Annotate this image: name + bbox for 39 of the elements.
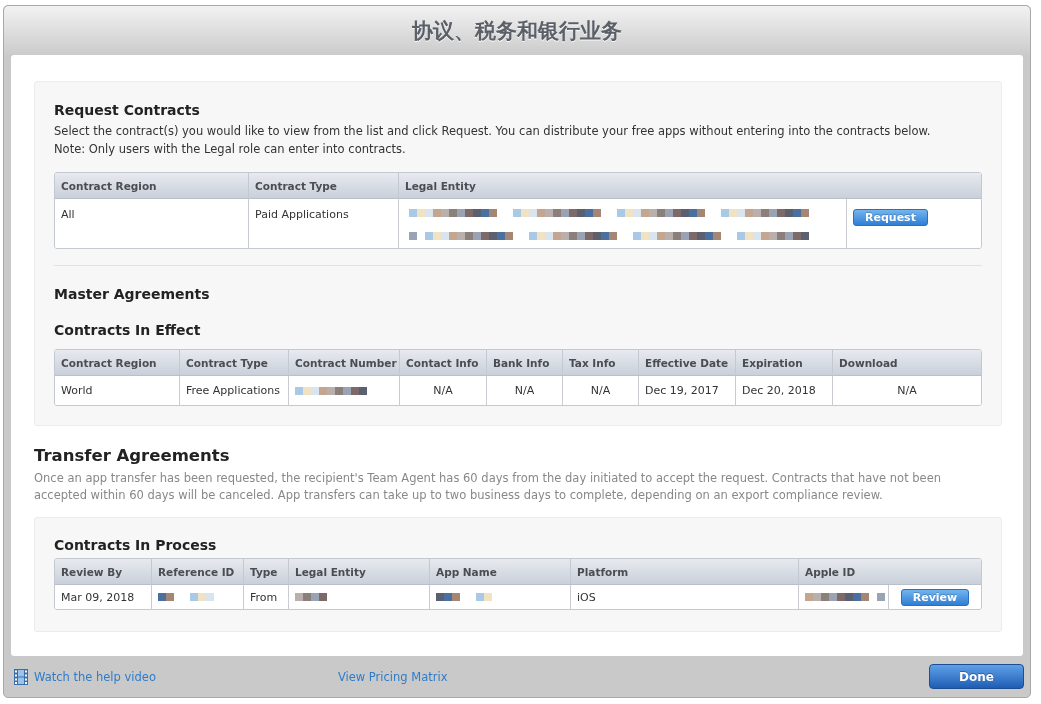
pixelated-image	[436, 593, 492, 601]
section-heading: Contracts In Effect	[54, 321, 202, 339]
description-text: Note: Only users with the Legal role can enter into contracts.	[54, 141, 407, 158]
section-heading: Transfer Agreements	[34, 445, 231, 467]
column-header: Contract Number	[288, 350, 399, 376]
column-header: Download	[832, 350, 981, 376]
window-title: 协议、税务和银行业务	[412, 17, 622, 45]
description-text: Select the contract(s) you would like to view from the list and click Request. You can distribute your free apps without entering into the contracts below.	[54, 123, 932, 140]
column-header: Contract Region	[55, 350, 179, 376]
column-header: Review By	[55, 559, 151, 585]
row-action-button[interactable]: Request	[853, 209, 928, 226]
section-heading: Request Contracts	[54, 101, 201, 119]
description-text: Once an app transfer has been requested, the recipient's Team Agent has 60 days from the day initiated to accept the request. Contracts that have not been accepted within 60 days will be canceled. App transfers can take up to two business days to complete, depending on an export compliance review.	[34, 470, 943, 504]
column-header: Contact Info	[399, 350, 486, 376]
column-header: Bank Info	[486, 350, 562, 376]
column-header: Contract Region	[55, 173, 248, 199]
help-video-link[interactable]: Watch the help video	[34, 669, 156, 684]
pixelated-image	[158, 593, 214, 601]
section-heading: Master Agreements	[54, 285, 211, 303]
pixelated-image	[295, 593, 327, 601]
column-header: Legal Entity	[398, 173, 981, 199]
column-header: Apple ID	[798, 559, 981, 585]
pricing-matrix-link[interactable]: View Pricing Matrix	[337, 669, 448, 684]
column-header: Effective Date	[638, 350, 735, 376]
column-header: Legal Entity	[288, 559, 429, 585]
column-header: App Name	[429, 559, 570, 585]
column-header: Contract Type	[179, 350, 288, 376]
table-cell: N/A	[832, 376, 981, 405]
row-action-button[interactable]: Review	[900, 588, 970, 606]
column-header: Tax Info	[562, 350, 638, 376]
film-icon	[14, 668, 28, 685]
pixelated-image	[295, 386, 367, 395]
column-header: Type	[243, 559, 288, 585]
section-heading: Contracts In Process	[54, 536, 218, 554]
column-header: Expiration	[735, 350, 832, 376]
done-button[interactable]: Done	[929, 664, 1024, 689]
column-header: Platform	[570, 559, 798, 585]
column-header: Reference ID	[151, 559, 243, 585]
column-header: Contract Type	[248, 173, 398, 199]
